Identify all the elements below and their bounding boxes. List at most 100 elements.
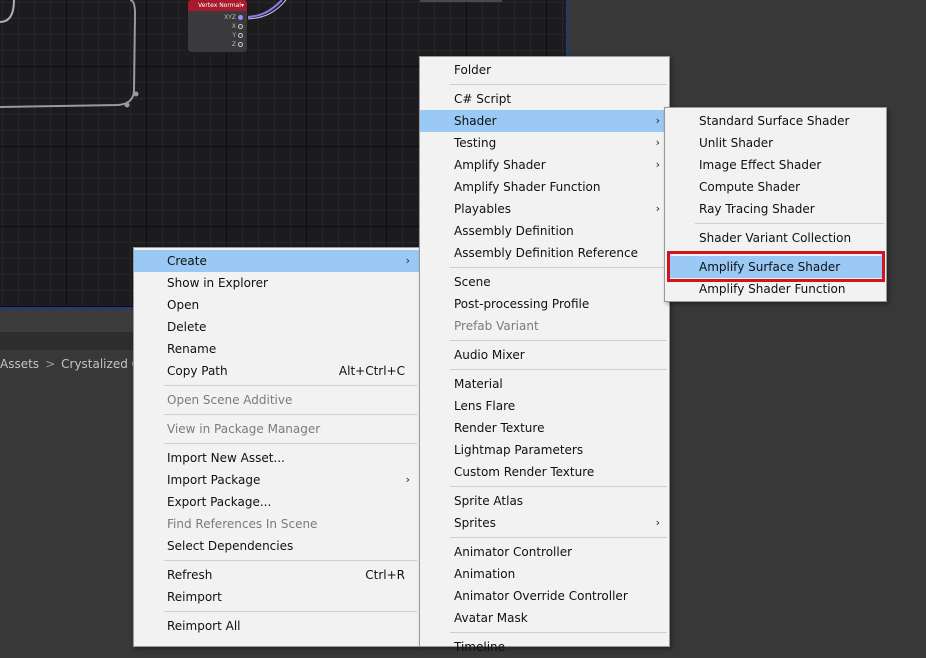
context-menu-item-show-in-explorer[interactable]: Show in Explorer — [134, 272, 419, 294]
create-menu-item-timeline[interactable]: Timeline — [420, 636, 669, 658]
menu-item-label: Import New Asset... — [167, 451, 285, 465]
menu-separator — [665, 220, 886, 227]
context-menu-item-select-dependencies[interactable]: Select Dependencies — [134, 535, 419, 557]
create-menu-item-sprites[interactable]: Sprites › — [420, 512, 669, 534]
menu-separator — [420, 337, 669, 344]
create-menu-item-animator-controller[interactable]: Animator Controller — [420, 541, 669, 563]
chevron-right-icon: › — [405, 254, 410, 267]
shader-menu-item-shader-variant-collection[interactable]: Shader Variant Collection — [665, 227, 886, 249]
context-menu-item-open[interactable]: Open — [134, 294, 419, 316]
create-menu-item-scene[interactable]: Scene — [420, 271, 669, 293]
context-menu-item-refresh[interactable]: Refresh Ctrl+R — [134, 564, 419, 586]
context-menu-item-import-package[interactable]: Import Package › — [134, 469, 419, 491]
create-menu-item-material[interactable]: Material — [420, 373, 669, 395]
port-connector-icon — [238, 24, 243, 29]
menu-separator — [134, 557, 419, 564]
create-menu-item-render-texture[interactable]: Render Texture — [420, 417, 669, 439]
shader-menu-item-amplify-shader-function[interactable]: Amplify Shader Function — [665, 278, 886, 300]
context-menu-item-find-references-in-scene: Find References In Scene — [134, 513, 419, 535]
vertex-normal-node[interactable]: Vertex Normal ▾ XYZ X Y Z — [188, 0, 247, 52]
menu-item-label: Standard Surface Shader — [699, 114, 850, 128]
menu-item-label: Assembly Definition — [454, 224, 574, 238]
menu-item-label: Animator Override Controller — [454, 589, 628, 603]
menu-separator — [420, 264, 669, 271]
create-menu-item-c-script[interactable]: C# Script — [420, 88, 669, 110]
chevron-right-icon: › — [655, 202, 660, 215]
menu-item-label: Prefab Variant — [454, 319, 539, 333]
port-connector-icon — [238, 15, 243, 20]
node-port-x[interactable]: X — [232, 23, 243, 30]
node-port-z[interactable]: Z — [232, 41, 243, 48]
node-dropdown-icon[interactable]: ▾ — [241, 0, 244, 11]
graph-node-fragment — [420, 0, 502, 2]
create-menu-item-sprite-atlas[interactable]: Sprite Atlas — [420, 490, 669, 512]
menu-item-label: Show in Explorer — [167, 276, 268, 290]
menu-item-label: Find References In Scene — [167, 517, 318, 531]
menu-item-label: Compute Shader — [699, 180, 801, 194]
shader-menu-item-unlit-shader[interactable]: Unlit Shader — [665, 132, 886, 154]
create-menu-item-lightmap-parameters[interactable]: Lightmap Parameters — [420, 439, 669, 461]
context-menu-item-copy-path[interactable]: Copy Path Alt+Ctrl+C — [134, 360, 419, 382]
menu-item-label: Shader Variant Collection — [699, 231, 852, 245]
menu-item-label: Sprites — [454, 516, 496, 530]
context-menu-item-reimport-all[interactable]: Reimport All — [134, 615, 419, 637]
create-menu-item-playables[interactable]: Playables › — [420, 198, 669, 220]
menu-item-label: Unlit Shader — [699, 136, 774, 150]
menu-item-label: Avatar Mask — [454, 611, 528, 625]
menu-item-label: Amplify Shader — [454, 158, 546, 172]
menu-item-label: Animation — [454, 567, 516, 581]
create-submenu: Folder C# Script Shader › Testing › Amplify Sh… — [419, 56, 670, 654]
chevron-right-icon: › — [655, 516, 660, 529]
menu-separator — [134, 382, 419, 389]
shader-menu-item-compute-shader[interactable]: Compute Shader — [665, 176, 886, 198]
menu-item-shortcut: Ctrl+R — [365, 568, 405, 582]
create-menu-item-folder[interactable]: Folder — [420, 59, 669, 81]
node-port-y[interactable]: Y — [232, 32, 243, 39]
breadcrumb: Assets > Crystalized Cl — [0, 352, 133, 376]
create-menu-item-amplify-shader-function[interactable]: Amplify Shader Function — [420, 176, 669, 198]
menu-item-label: C# Script — [454, 92, 512, 106]
create-menu-item-animation[interactable]: Animation — [420, 563, 669, 585]
create-menu-item-amplify-shader[interactable]: Amplify Shader › — [420, 154, 669, 176]
menu-item-label: Delete — [167, 320, 207, 334]
menu-item-label: Import Package — [167, 473, 261, 487]
create-menu-item-assembly-definition-reference[interactable]: Assembly Definition Reference — [420, 242, 669, 264]
context-menu-item-reimport[interactable]: Reimport — [134, 586, 419, 608]
create-menu-item-custom-render-texture[interactable]: Custom Render Texture — [420, 461, 669, 483]
menu-separator — [134, 608, 419, 615]
menu-item-label: Animator Controller — [454, 545, 573, 559]
create-menu-item-avatar-mask[interactable]: Avatar Mask — [420, 607, 669, 629]
context-menu-item-rename[interactable]: Rename — [134, 338, 419, 360]
create-menu-item-audio-mixer[interactable]: Audio Mixer — [420, 344, 669, 366]
context-menu-item-export-package[interactable]: Export Package... — [134, 491, 419, 513]
create-menu-item-prefab-variant: Prefab Variant — [420, 315, 669, 337]
shader-menu-item-standard-surface-shader[interactable]: Standard Surface Shader — [665, 110, 886, 132]
menu-item-label: Reimport — [167, 590, 222, 604]
create-menu-item-testing[interactable]: Testing › — [420, 132, 669, 154]
shader-menu-item-ray-tracing-shader[interactable]: Ray Tracing Shader — [665, 198, 886, 220]
create-menu-item-assembly-definition[interactable]: Assembly Definition — [420, 220, 669, 242]
shader-menu-item-amplify-surface-shader[interactable]: Amplify Surface Shader — [668, 256, 883, 278]
context-menu-item-create[interactable]: Create › — [134, 250, 419, 272]
context-menu-item-delete[interactable]: Delete — [134, 316, 419, 338]
shader-menu-item-image-effect-shader[interactable]: Image Effect Shader — [665, 154, 886, 176]
menu-item-label: Material — [454, 377, 503, 391]
create-menu-item-shader[interactable]: Shader › — [420, 110, 669, 132]
create-menu-item-lens-flare[interactable]: Lens Flare — [420, 395, 669, 417]
node-port-xyz[interactable]: XYZ — [224, 14, 243, 21]
menu-item-label: Timeline — [454, 640, 506, 654]
project-tab-bar — [0, 310, 133, 332]
port-connector-icon — [238, 33, 243, 38]
create-menu-item-animator-override-controller[interactable]: Animator Override Controller — [420, 585, 669, 607]
context-menu-item-import-new-asset[interactable]: Import New Asset... — [134, 447, 419, 469]
menu-separator — [134, 411, 419, 418]
chevron-right-icon: › — [655, 136, 660, 149]
menu-item-label: Folder — [454, 63, 492, 77]
chevron-right-icon: › — [655, 114, 660, 127]
menu-separator — [134, 440, 419, 447]
breadcrumb-folder[interactable]: Crystalized Cl — [61, 357, 133, 371]
breadcrumb-assets[interactable]: Assets — [0, 357, 39, 371]
project-toolbar — [0, 332, 133, 350]
create-menu-item-post-processing-profile[interactable]: Post-processing Profile — [420, 293, 669, 315]
menu-separator — [420, 629, 669, 636]
